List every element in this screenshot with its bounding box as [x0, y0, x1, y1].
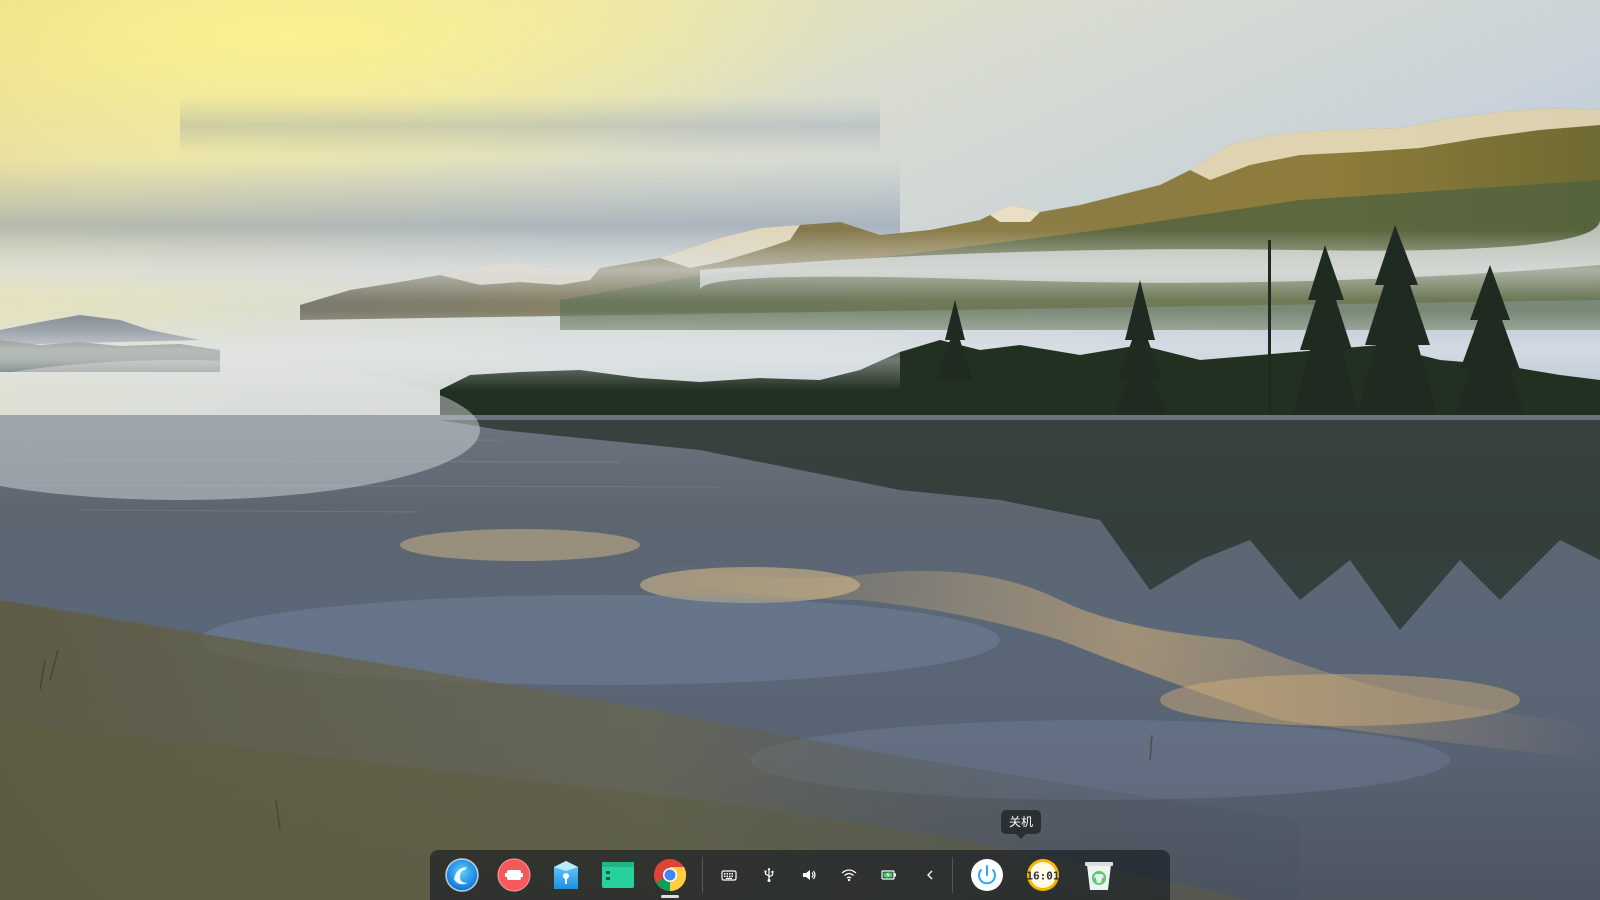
dock-app-launcher[interactable]	[436, 850, 488, 900]
wallpaper	[0, 0, 1600, 900]
chrome-icon	[653, 858, 687, 892]
power-icon	[971, 859, 1003, 891]
keyboard-icon	[721, 870, 737, 881]
shutdown-tooltip: 关机	[1001, 810, 1042, 839]
clock-icon: 16:01	[1026, 859, 1060, 891]
usb-icon	[764, 867, 774, 882]
chevron-left-icon	[927, 870, 933, 880]
volume-icon	[803, 870, 816, 880]
battery-charging-icon	[881, 870, 896, 880]
trash-button[interactable]	[1071, 850, 1127, 900]
screen-recorder-icon	[497, 858, 531, 892]
desktop[interactable]: 关机 16:01	[0, 0, 1600, 900]
clock-text: 16:01	[1026, 870, 1059, 883]
tray-collapse-button[interactable]	[914, 850, 946, 900]
running-indicator	[661, 895, 679, 898]
dock-divider	[952, 857, 953, 893]
tray-volume[interactable]	[789, 850, 829, 900]
app-store-icon	[554, 861, 578, 889]
dock: 16:01	[430, 850, 1170, 900]
tray-battery[interactable]	[869, 850, 909, 900]
wifi-icon	[841, 869, 857, 882]
dock-app-terminal[interactable]	[592, 850, 644, 900]
terminal-icon	[602, 862, 634, 888]
dock-app-app-store[interactable]	[540, 850, 592, 900]
dock-app-screen-recorder[interactable]	[488, 850, 540, 900]
tray-usb[interactable]	[749, 850, 789, 900]
tray-keyboard[interactable]	[709, 850, 749, 900]
dock-app-chrome[interactable]	[644, 850, 696, 900]
deepin-launcher-icon	[445, 858, 479, 892]
clock-button[interactable]: 16:01	[1015, 850, 1071, 900]
shutdown-button[interactable]	[959, 850, 1015, 900]
dock-divider	[702, 857, 703, 893]
trash-icon	[1085, 862, 1113, 890]
tray-wifi[interactable]	[829, 850, 869, 900]
